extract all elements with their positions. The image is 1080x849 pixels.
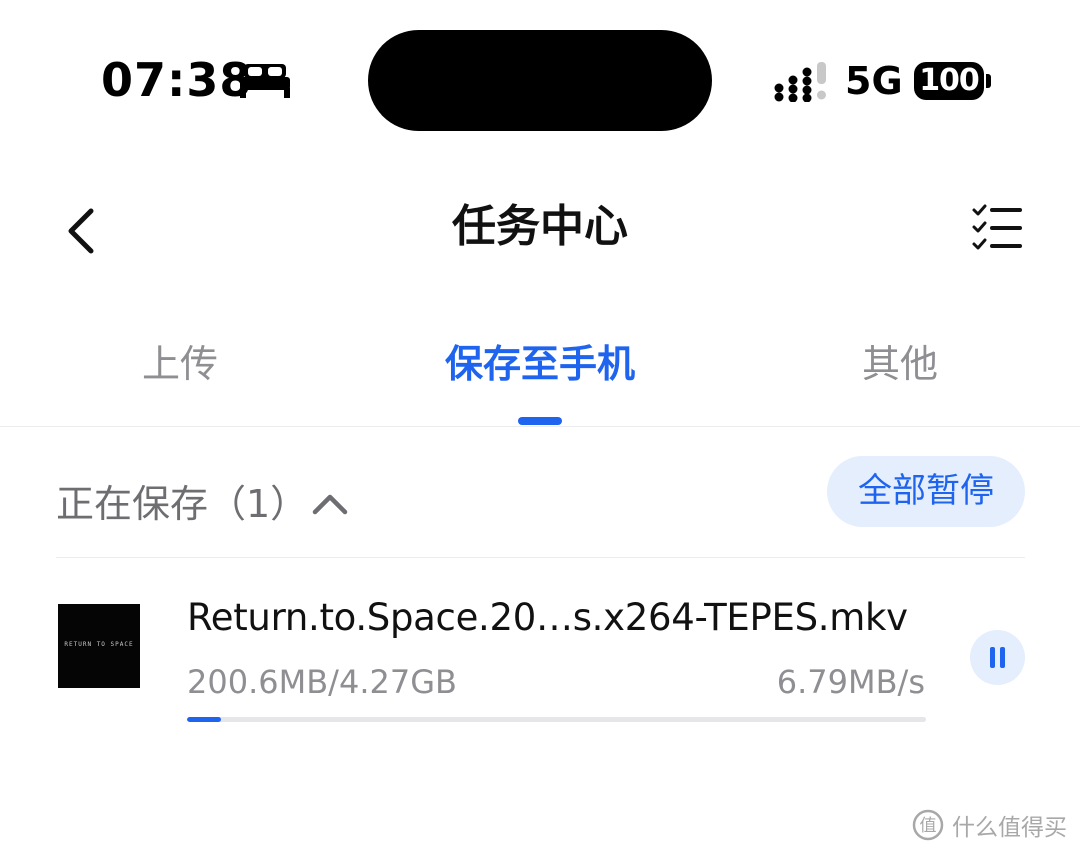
dynamic-island (368, 30, 712, 131)
section-title: 正在保存（1） (56, 482, 309, 526)
thumbnail-text: RETURN TO SPACE (64, 641, 134, 648)
watermark-logo-icon: 值 (912, 809, 944, 841)
download-size-progress: 200.6MB/4.27GB (187, 663, 457, 701)
download-speed: 6.79MB/s (776, 663, 925, 701)
sleep-focus-icon (240, 64, 290, 98)
signal-strength-icon (774, 62, 826, 102)
watermark-text: 什么值得买 (952, 815, 1067, 841)
pause-button[interactable] (970, 630, 1025, 685)
tab-upload[interactable]: 上传 (80, 334, 280, 394)
divider (56, 557, 1025, 558)
file-thumbnail: RETURN TO SPACE (58, 604, 140, 688)
pause-all-button[interactable]: 全部暂停 (827, 456, 1025, 527)
tab-other[interactable]: 其他 (800, 334, 1000, 394)
file-name: Return.to.Space.20…s.x264-TEPES.mkv (187, 596, 908, 639)
page-title: 任务中心 (452, 201, 628, 252)
pause-icon-bar-left (990, 647, 995, 668)
active-tab-indicator (518, 417, 562, 425)
tab-bar: 上传 保存至手机 其他 (0, 320, 1080, 427)
pause-icon-bar-right (1000, 647, 1005, 668)
multi-select-list-icon[interactable] (968, 202, 1026, 254)
battery-tip (986, 74, 991, 88)
tab-save-to-phone[interactable]: 保存至手机 (380, 334, 700, 394)
battery-icon: 100 (914, 62, 984, 100)
chevron-up-icon[interactable] (310, 484, 350, 524)
task-list-item[interactable]: RETURN TO SPACE Return.to.Space.20…s.x26… (0, 560, 1080, 740)
nav-bar: 任务中心 (0, 170, 1080, 290)
progress-bar (187, 717, 926, 722)
svg-text:值: 值 (920, 816, 937, 836)
network-type: 5G (845, 59, 903, 103)
back-arrow-icon[interactable] (55, 195, 111, 261)
progress-bar-fill (187, 717, 221, 722)
status-time: 07:38 (101, 53, 253, 107)
status-bar: 07:38 5G 100 (0, 0, 1080, 160)
watermark: 值 什么值得买 (912, 805, 1067, 845)
